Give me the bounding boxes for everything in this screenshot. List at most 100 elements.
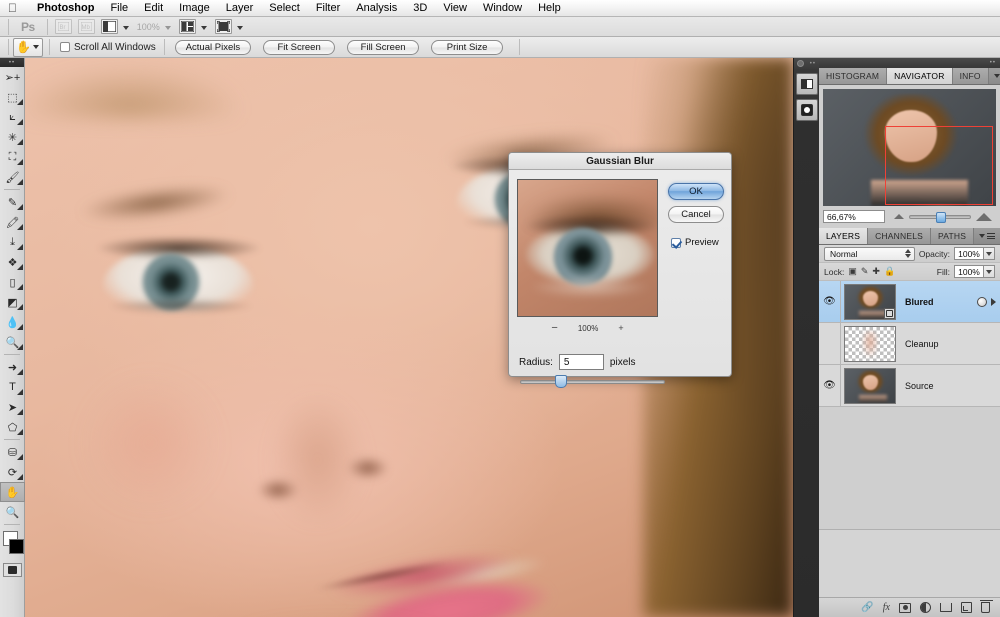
cancel-button[interactable]: Cancel bbox=[668, 206, 724, 223]
layers-panel-menu-button[interactable] bbox=[974, 228, 1000, 244]
menu-item-image[interactable]: Image bbox=[171, 0, 218, 17]
menu-item-photoshop[interactable]: Photoshop bbox=[29, 0, 102, 17]
add-layer-style-icon[interactable]: fx bbox=[883, 602, 890, 613]
arrange-documents-dropdown-icon[interactable] bbox=[200, 25, 207, 30]
quick-mask-mode-button[interactable] bbox=[2, 563, 22, 577]
navigator-panel-menu-button[interactable] bbox=[989, 68, 1000, 84]
navigator-zoom-slider[interactable] bbox=[909, 211, 971, 223]
tool-dodge[interactable]: 🔍 bbox=[0, 332, 25, 352]
adjustments-panel-icon[interactable] bbox=[795, 99, 818, 121]
zoom-out-button[interactable]: − bbox=[551, 322, 557, 334]
layer-thumbnail-cell[interactable] bbox=[841, 325, 899, 362]
menu-item-file[interactable]: File bbox=[102, 0, 136, 17]
dock-collapse-icon[interactable] bbox=[797, 60, 804, 67]
scroll-all-windows-checkbox[interactable]: Scroll All Windows bbox=[60, 42, 156, 53]
menu-item-3d[interactable]: 3D bbox=[405, 0, 435, 17]
tool-path-selection[interactable]: ➤ bbox=[0, 397, 25, 417]
zoom-in-button[interactable]: + bbox=[618, 323, 623, 333]
tool-pen[interactable]: ➜ bbox=[0, 357, 25, 377]
view-extras-dropdown-icon[interactable] bbox=[122, 25, 129, 30]
tool-zoom[interactable]: 🔍 bbox=[0, 502, 25, 522]
tool-shape[interactable]: ⬠ bbox=[0, 417, 25, 437]
color-swatches[interactable] bbox=[0, 529, 25, 559]
layer-name[interactable]: Cleanup bbox=[899, 339, 996, 349]
new-layer-icon[interactable] bbox=[961, 602, 972, 613]
gaussian-blur-dialog[interactable]: Gaussian Blur − 100% + OK Cancel Preview… bbox=[508, 152, 732, 388]
layer-fx-indicator-icon[interactable] bbox=[977, 296, 987, 307]
link-layers-icon[interactable]: 🔗 bbox=[861, 602, 873, 613]
blend-mode-select[interactable]: Normal bbox=[824, 246, 915, 261]
menu-item-select[interactable]: Select bbox=[261, 0, 308, 17]
tab-layers[interactable]: LAYERS bbox=[819, 228, 869, 244]
view-extras-icon[interactable] bbox=[100, 19, 118, 34]
opacity-control[interactable]: 100% bbox=[954, 247, 995, 260]
zoom-out-mountain-icon[interactable] bbox=[894, 214, 904, 219]
lock-image-pixels-icon[interactable]: ✎ bbox=[861, 267, 869, 276]
zoom-in-mountain-icon[interactable] bbox=[976, 212, 992, 221]
layer-expand-icon[interactable] bbox=[991, 297, 996, 306]
tool-clone-stamp[interactable]: ⤓ bbox=[0, 232, 25, 252]
menu-item-edit[interactable]: Edit bbox=[136, 0, 171, 17]
actual-pixels-button[interactable]: Actual Pixels bbox=[174, 39, 252, 55]
tab-navigator[interactable]: NAVIGATOR bbox=[887, 68, 953, 84]
menu-item-layer[interactable]: Layer bbox=[218, 0, 262, 17]
tool-hand[interactable]: ✋ bbox=[0, 482, 25, 502]
tool-marquee[interactable]: ⬚ bbox=[0, 87, 25, 107]
slider-knob[interactable] bbox=[554, 375, 567, 388]
tool-crop[interactable]: ⛶ bbox=[0, 147, 25, 167]
tab-channels[interactable]: CHANNELS bbox=[868, 228, 932, 244]
dock-header[interactable]: •• bbox=[794, 58, 819, 69]
tool-3d-orbit[interactable]: ⟳ bbox=[0, 462, 25, 482]
arrange-documents-icon[interactable] bbox=[178, 19, 196, 34]
lock-position-icon[interactable]: ✚ bbox=[872, 267, 880, 276]
menu-item-window[interactable]: Window bbox=[475, 0, 530, 17]
dialog-preview[interactable] bbox=[517, 179, 658, 317]
tab-info[interactable]: INFO bbox=[952, 68, 989, 84]
lock-transparent-pixels-icon[interactable]: ▣ bbox=[848, 267, 857, 276]
layer-name[interactable]: Blured bbox=[899, 297, 977, 307]
navigator-view-box[interactable] bbox=[885, 126, 993, 205]
menu-item-view[interactable]: View bbox=[435, 0, 475, 17]
radius-slider[interactable] bbox=[520, 375, 665, 388]
tool-move[interactable]: ➢+ bbox=[0, 67, 25, 87]
table-row[interactable]: Cleanup bbox=[819, 323, 1000, 365]
tool-quick-selection[interactable]: ✳ bbox=[0, 127, 25, 147]
background-color-swatch[interactable] bbox=[9, 539, 24, 554]
opacity-input[interactable]: 100% bbox=[954, 247, 984, 260]
print-size-button[interactable]: Print Size bbox=[431, 39, 504, 55]
tool-preset-picker[interactable]: ✋ bbox=[13, 37, 43, 57]
fill-dropdown-icon[interactable] bbox=[984, 265, 995, 278]
add-layer-mask-icon[interactable] bbox=[899, 602, 911, 613]
apple-logo-icon[interactable]:  bbox=[8, 2, 17, 14]
layer-thumbnail-cell[interactable] bbox=[841, 367, 899, 404]
slider-knob[interactable] bbox=[936, 211, 946, 223]
tool-eyedropper[interactable]: 🖌 bbox=[0, 167, 25, 187]
tool-brush[interactable]: 🖍 bbox=[0, 212, 25, 232]
table-row[interactable]: 👁 Source bbox=[819, 365, 1000, 407]
menu-item-filter[interactable]: Filter bbox=[308, 0, 348, 17]
zoom-level-dropdown-icon[interactable] bbox=[164, 25, 171, 30]
screen-mode-dropdown-icon[interactable] bbox=[236, 25, 243, 30]
tab-histogram[interactable]: HISTOGRAM bbox=[819, 68, 888, 84]
delete-layer-icon[interactable] bbox=[980, 600, 993, 613]
panel-dock-header[interactable]: •• bbox=[819, 58, 1000, 68]
tools-panel-grip[interactable]: •• bbox=[0, 58, 24, 67]
tool-spot-healing[interactable]: ✎ bbox=[0, 192, 25, 212]
menu-item-help[interactable]: Help bbox=[530, 0, 569, 17]
tool-blur[interactable]: 💧 bbox=[0, 312, 25, 332]
lock-all-icon[interactable]: 🔒 bbox=[884, 267, 895, 276]
tool-lasso[interactable]: ⟀ bbox=[0, 107, 25, 127]
layer-visibility-toggle[interactable] bbox=[819, 323, 841, 364]
fill-control[interactable]: 100% bbox=[954, 265, 995, 278]
tab-paths[interactable]: PATHS bbox=[931, 228, 975, 244]
new-group-icon[interactable] bbox=[940, 603, 952, 612]
fill-screen-button[interactable]: Fill Screen bbox=[347, 39, 420, 55]
table-row[interactable]: 👁 Blured bbox=[819, 281, 1000, 323]
tool-gradient[interactable]: ◩ bbox=[0, 292, 25, 312]
fit-screen-button[interactable]: Fit Screen bbox=[263, 39, 336, 55]
new-adjustment-layer-icon[interactable] bbox=[920, 602, 931, 613]
tool-3d-rotate[interactable]: ⛁ bbox=[0, 442, 25, 462]
menu-item-analysis[interactable]: Analysis bbox=[348, 0, 405, 17]
screen-mode-icon[interactable] bbox=[214, 19, 232, 34]
fill-input[interactable]: 100% bbox=[954, 265, 984, 278]
